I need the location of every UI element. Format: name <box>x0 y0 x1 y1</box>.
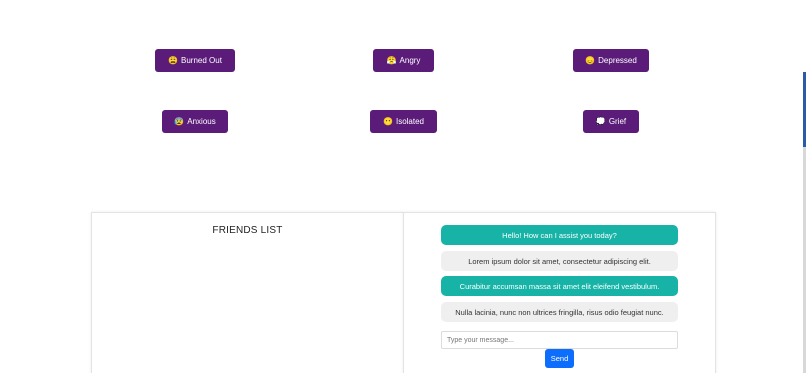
chat-message-user: Nulla lacinia, nunc non ultrices fringil… <box>441 302 678 322</box>
tired-face-icon: 😩 <box>168 55 179 65</box>
send-button[interactable]: Send <box>545 349 574 368</box>
grief-label: Grief <box>608 117 627 126</box>
burned-out-button[interactable]: 😩 Burned Out <box>155 49 235 72</box>
friends-list-title: FRIENDS LIST <box>212 225 283 236</box>
chat-message-bot: Hello! How can I assist you today? <box>441 225 678 245</box>
chat-panel: Hello! How can I assist you today? Lorem… <box>403 212 716 373</box>
grief-button[interactable]: 💭 Grief <box>583 110 639 133</box>
burned-out-label: Burned Out <box>181 56 222 65</box>
thought-bubble-icon: 💭 <box>595 116 606 126</box>
isolated-label: Isolated <box>395 117 424 126</box>
chat-message-user: Lorem ipsum dolor sit amet, consectetur … <box>441 251 678 271</box>
page: 😩 Burned Out 😤 Angry 😞 Depressed 😰 Anxio… <box>0 0 806 373</box>
depressed-label: Depressed <box>598 56 637 65</box>
lonely-face-icon: 😶 <box>383 116 393 126</box>
chat-message-bot: Curabitur accumsan massa sit amet elit e… <box>441 276 678 296</box>
isolated-button[interactable]: 😶 Isolated <box>370 110 437 133</box>
angry-button[interactable]: 😤 Angry <box>373 49 434 72</box>
anxious-button[interactable]: 😰 Anxious <box>162 110 228 133</box>
sad-face-icon: 😞 <box>585 55 596 65</box>
anxious-label: Anxious <box>187 117 216 126</box>
message-input[interactable] <box>441 331 678 349</box>
angry-face-icon: 😤 <box>386 55 397 65</box>
anxious-face-icon: 😰 <box>174 116 185 126</box>
depressed-button[interactable]: 😞 Depressed <box>573 49 649 72</box>
friends-list-panel: FRIENDS LIST <box>91 212 404 373</box>
angry-label: Angry <box>399 56 421 65</box>
